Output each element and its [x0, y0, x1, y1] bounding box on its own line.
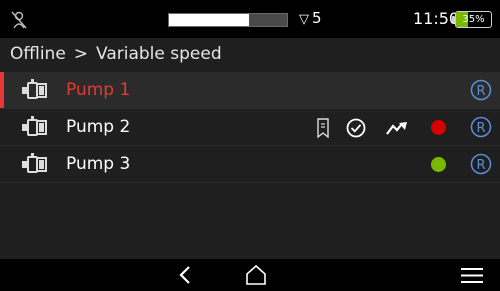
trend-up-icon: [386, 122, 407, 135]
status-dot: [431, 120, 446, 135]
level-bar: [168, 13, 288, 27]
remote-control-icon[interactable]: R: [470, 153, 492, 175]
bookmark-icon: [317, 118, 329, 138]
pump-row-2[interactable]: Pump 2 R: [0, 109, 500, 146]
breadcrumb-current: Variable speed: [96, 44, 222, 64]
level-bar-fill: [169, 14, 250, 26]
chevron-left-icon[interactable]: [176, 265, 194, 285]
remote-control-icon[interactable]: R: [470, 116, 492, 138]
remote-letter: R: [476, 121, 485, 136]
status-bar: ▽ 5 11:50 35%: [0, 0, 500, 38]
breadcrumb-separator: >: [73, 44, 89, 64]
status-dot: [431, 157, 446, 172]
signal-indicator: ▽ 5: [299, 9, 322, 27]
remote-letter: R: [476, 158, 485, 173]
pump-icon: [22, 116, 47, 136]
pump-icon: [22, 79, 47, 99]
pump-name: Pump 1: [66, 80, 131, 100]
breadcrumb-root[interactable]: Offline: [10, 44, 66, 64]
breadcrumb: Offline > Variable speed: [10, 44, 222, 64]
pump-list: Pump 1 R Pump 2 R Pump 3 R: [0, 72, 500, 183]
signal-value: 5: [312, 9, 322, 27]
check-circle-icon: [346, 118, 366, 138]
nav-bar: [0, 259, 500, 291]
remote-control-icon[interactable]: R: [470, 79, 492, 101]
battery-icon: 35%: [455, 11, 492, 28]
signal-icon: ▽: [299, 12, 309, 27]
pump-row-3[interactable]: Pump 3 R: [0, 146, 500, 183]
battery-percent: 35%: [462, 14, 485, 25]
mute-icon: [11, 11, 27, 29]
pump-icon: [22, 153, 47, 173]
menu-icon[interactable]: [460, 267, 484, 284]
home-icon[interactable]: [245, 264, 267, 286]
pump-name: Pump 2: [66, 117, 131, 137]
pump-name: Pump 3: [66, 154, 131, 174]
remote-letter: R: [476, 84, 485, 99]
pump-row-1[interactable]: Pump 1 R: [0, 72, 500, 109]
